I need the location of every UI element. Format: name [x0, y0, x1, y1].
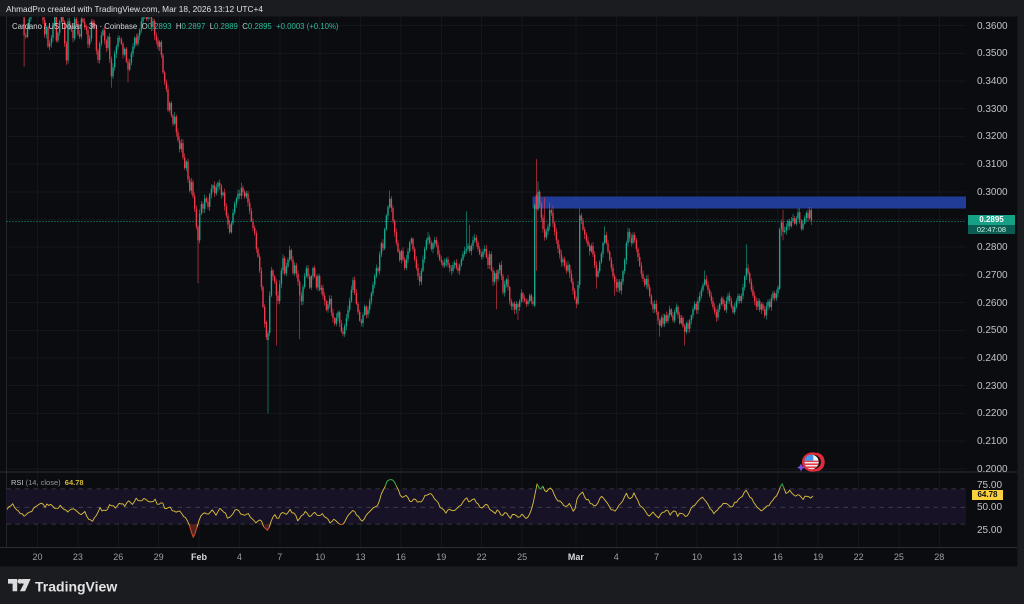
svg-text:TradingView: TradingView: [35, 579, 117, 595]
